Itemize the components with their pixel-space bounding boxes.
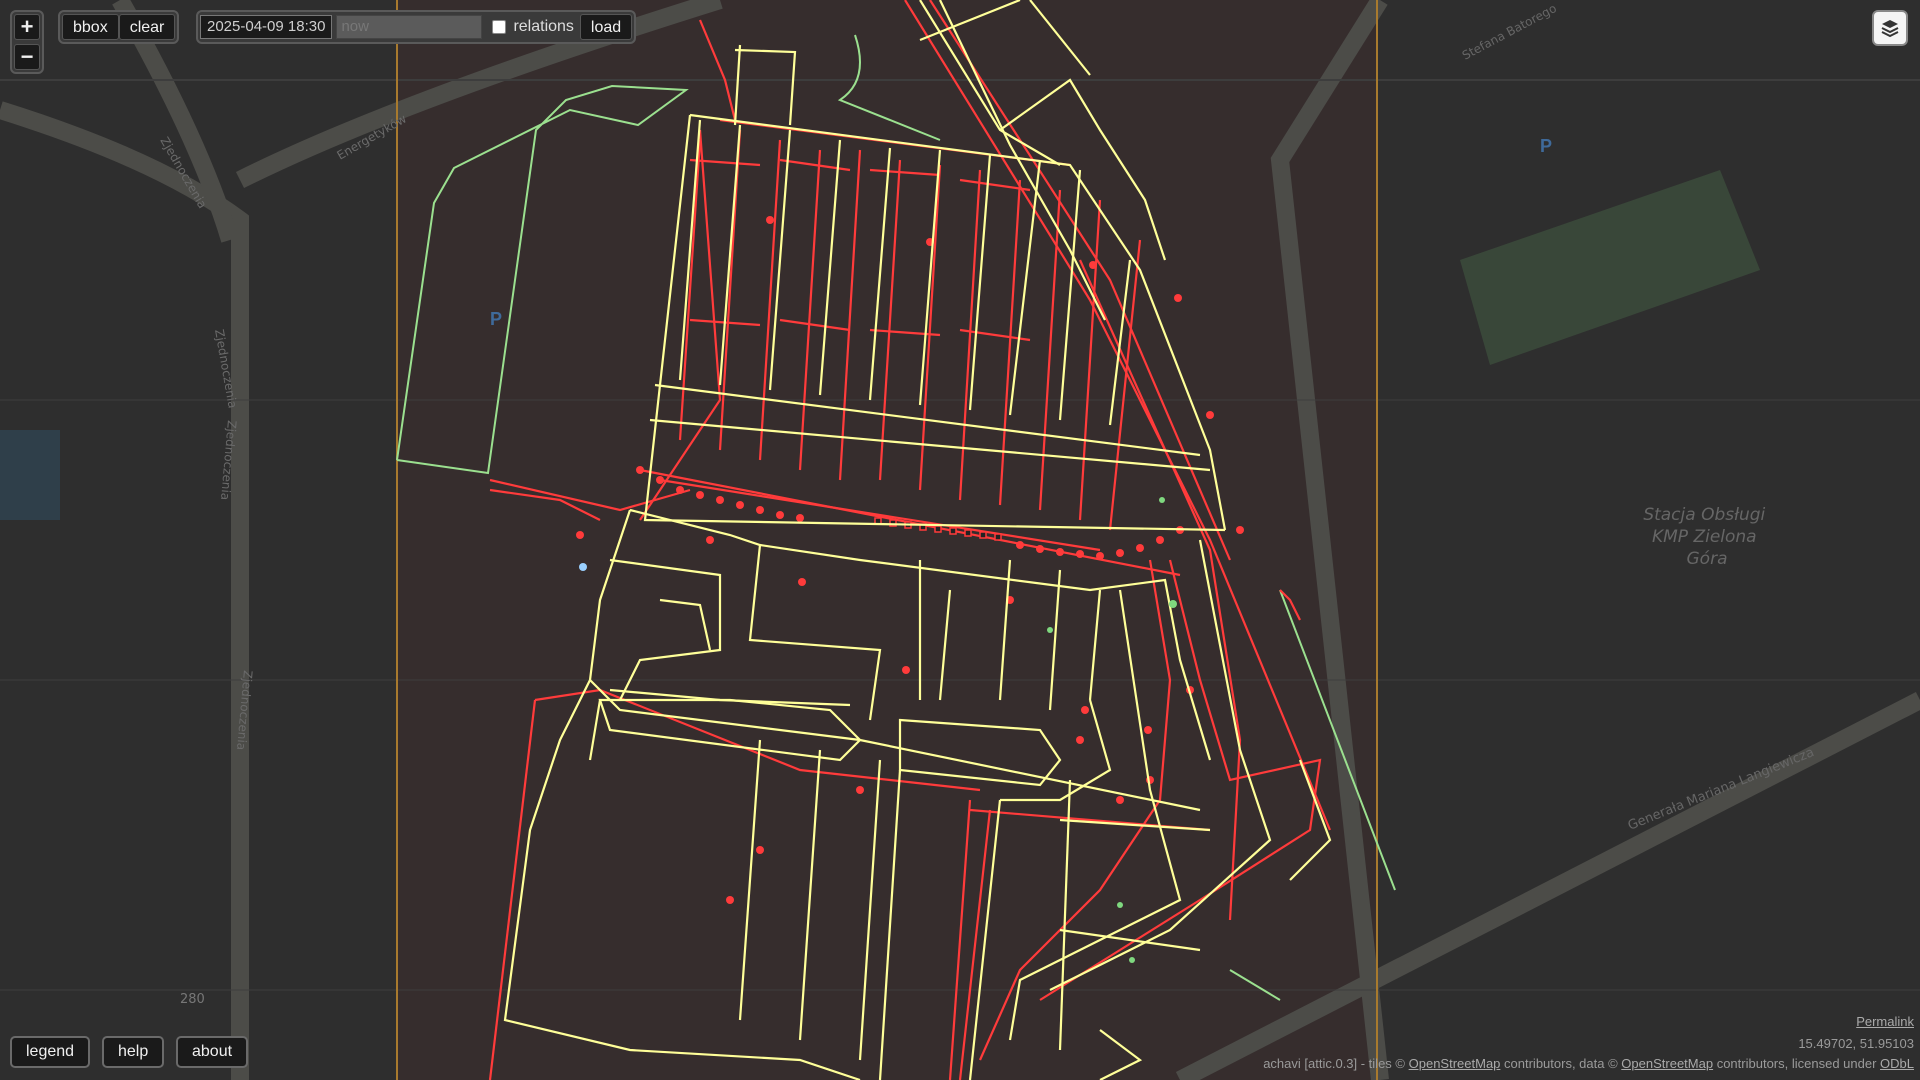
- zoom-out-button[interactable]: −: [14, 44, 40, 70]
- relations-label: relations: [513, 18, 574, 35]
- map-label-station-1: Stacja Obsługi: [1643, 505, 1765, 525]
- map-canvas[interactable]: Stacja Obsługi KMP Zielona Góra Generała…: [0, 0, 1920, 1080]
- attribution: achavi [attic.0.3] - tiles © OpenStreetM…: [1263, 1056, 1914, 1071]
- layers-icon: [1881, 20, 1899, 38]
- osm-link-data[interactable]: OpenStreetMap: [1621, 1056, 1713, 1071]
- relations-checkbox[interactable]: [492, 20, 507, 34]
- now-input[interactable]: now: [336, 15, 483, 39]
- parking-p-2: P: [1540, 136, 1552, 156]
- zoom-control: + −: [10, 10, 44, 74]
- odbl-link[interactable]: ODbL: [1880, 1056, 1914, 1071]
- parking-p-1: P: [490, 309, 502, 329]
- coordinates-readout: 15.49702, 51.95103: [1798, 1036, 1914, 1051]
- relations-toggle[interactable]: relations: [492, 18, 574, 36]
- map-label-station-2: KMP Zielona: [1652, 527, 1757, 547]
- attribution-contrib-data: contributors, data ©: [1504, 1056, 1618, 1071]
- clear-button[interactable]: clear: [118, 14, 176, 40]
- map-label-station-3: Góra: [1687, 549, 1728, 569]
- about-button[interactable]: about: [176, 1036, 249, 1068]
- zoom-in-button[interactable]: +: [14, 14, 40, 40]
- permalink-wrap: Permalink: [1856, 1014, 1914, 1029]
- bbox-toolbar: bbox clear: [58, 10, 180, 44]
- bbox-button[interactable]: bbox: [62, 14, 119, 40]
- selected-node[interactable]: [579, 563, 587, 571]
- legend-button[interactable]: legend: [10, 1036, 91, 1068]
- date-input[interactable]: 2025-04-09 18:30: [200, 15, 333, 39]
- layer-switcher-button[interactable]: [1872, 10, 1908, 46]
- permalink-link[interactable]: Permalink: [1856, 1014, 1914, 1029]
- map-label-280: 280: [180, 992, 205, 1007]
- osm-link-tiles[interactable]: OpenStreetMap: [1409, 1056, 1501, 1071]
- attribution-license: contributors, licensed under: [1716, 1056, 1877, 1071]
- load-button[interactable]: load: [579, 14, 633, 40]
- date-toolbar: 2025-04-09 18:30 now relations load: [196, 10, 637, 44]
- attribution-prefix: achavi [attic.0.3] - tiles ©: [1263, 1056, 1405, 1071]
- help-button[interactable]: help: [102, 1036, 165, 1068]
